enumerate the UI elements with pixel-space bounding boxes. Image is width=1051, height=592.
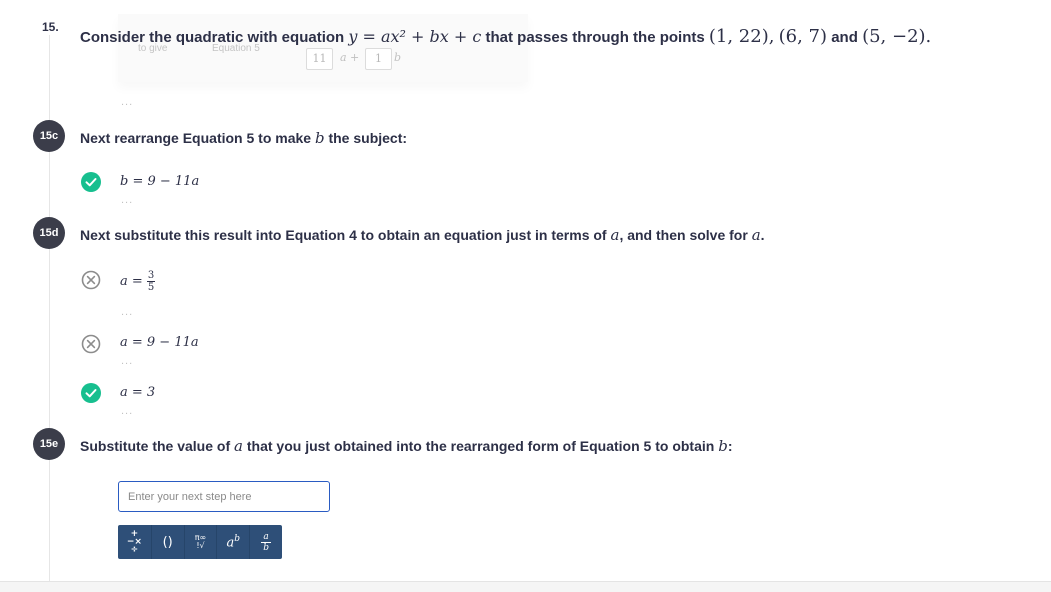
part-15e-prompt-var2: b	[718, 437, 728, 455]
part-badge-15c: 15c	[33, 120, 65, 152]
ellipsis-4: ...	[121, 355, 134, 367]
fraction-icon: a b	[261, 531, 271, 553]
operators-icon: +−×÷	[126, 529, 142, 555]
faded-var-a: a +	[340, 51, 360, 64]
question-point-3: (5, −2)	[862, 26, 926, 47]
part-15e-prompt: Substitute the value of a that you just …	[80, 437, 732, 455]
correct-check-icon	[81, 172, 101, 192]
part-15e-prompt-end: :	[727, 438, 733, 454]
question-number: 15.	[42, 20, 59, 34]
question-text-middle: that passes through the points	[485, 29, 705, 46]
part-badge-15e: 15e	[33, 428, 65, 460]
part-15c-answer[interactable]: b = 9 − 11a	[120, 174, 199, 189]
part-15d-prompt-end: .	[760, 227, 765, 243]
next-step-input[interactable]	[118, 481, 330, 512]
part-15d-prompt-text: Next substitute this result into Equatio…	[80, 227, 607, 243]
part-15c-prompt: Next rearrange Equation 5 to make b the …	[80, 129, 407, 147]
brackets-button[interactable]: ()	[150, 525, 184, 559]
ellipsis-3: ...	[121, 306, 134, 318]
part-15e-prompt-middle: that you just obtained into the rearrang…	[246, 438, 715, 454]
correct-check-icon	[81, 383, 101, 403]
faded-coef-a-box: 11	[306, 48, 333, 70]
bottom-bar	[0, 581, 1051, 592]
question-text-intro: Consider the quadratic with equation	[80, 29, 345, 46]
part-15d-attempt-3[interactable]: a = 3	[120, 385, 155, 400]
ellipsis-2: ...	[121, 194, 134, 206]
step-rail-line	[49, 35, 50, 581]
faded-var-b: b	[394, 51, 402, 64]
special-symbols-button[interactable]: π∞ !√	[183, 525, 217, 559]
question-point-1: (1, 22)	[708, 26, 769, 47]
math-keypad-toolbar: +−×÷ () π∞ !√ ab a b	[118, 525, 282, 559]
attempt-1-fraction: 3 5	[146, 270, 156, 293]
incorrect-x-icon	[81, 334, 101, 354]
ellipsis-1: ...	[121, 96, 134, 108]
power-icon: ab	[227, 534, 241, 550]
question-point-2: (6, 7)	[778, 26, 828, 47]
part-15e-prompt-text: Substitute the value of	[80, 438, 231, 454]
part-15c-prompt-var: b	[314, 129, 325, 147]
incorrect-x-icon	[81, 270, 101, 290]
part-15d-attempt-2[interactable]: a = 9 − 11a	[120, 335, 199, 350]
attempt-1-denominator: 5	[147, 282, 155, 293]
power-exponent: b	[234, 533, 241, 544]
ellipsis-5: ...	[121, 405, 134, 417]
special-symbols-icon: π∞ !√	[194, 533, 207, 550]
power-button[interactable]: ab	[216, 525, 249, 559]
brackets-icon: ()	[162, 534, 173, 550]
question-equation: y = ax² + bx + c	[348, 27, 482, 46]
attempt-1-numerator: 3	[146, 270, 156, 282]
part-15c-prompt-text: Next rearrange Equation 5 to make	[80, 130, 312, 146]
part-15d-prompt-middle: , and then solve for	[619, 227, 748, 243]
operators-button[interactable]: +−×÷	[118, 525, 151, 559]
attempt-1-lhs: a =	[120, 274, 143, 289]
part-15d-prompt: Next substitute this result into Equatio…	[80, 226, 765, 244]
part-15e-prompt-var1: a	[234, 437, 243, 455]
part-15c-prompt-end: the subject:	[328, 130, 408, 146]
part-badge-15d: 15d	[33, 217, 65, 249]
question-period: .	[925, 26, 932, 47]
fraction-button[interactable]: a b	[249, 525, 282, 559]
faded-previous-step: to give Equation 5 11 a + 1 b	[118, 14, 528, 82]
fraction-denominator: b	[263, 542, 269, 553]
part-15d-prompt-var2: a	[751, 226, 761, 244]
question-and: and	[831, 29, 858, 46]
question-header: Consider the quadratic with equation y =…	[80, 26, 932, 47]
faded-coef-b-box: 1	[365, 48, 392, 70]
part-15d-attempt-1[interactable]: a = 3 5	[120, 270, 156, 293]
fraction-numerator: a	[261, 531, 271, 543]
